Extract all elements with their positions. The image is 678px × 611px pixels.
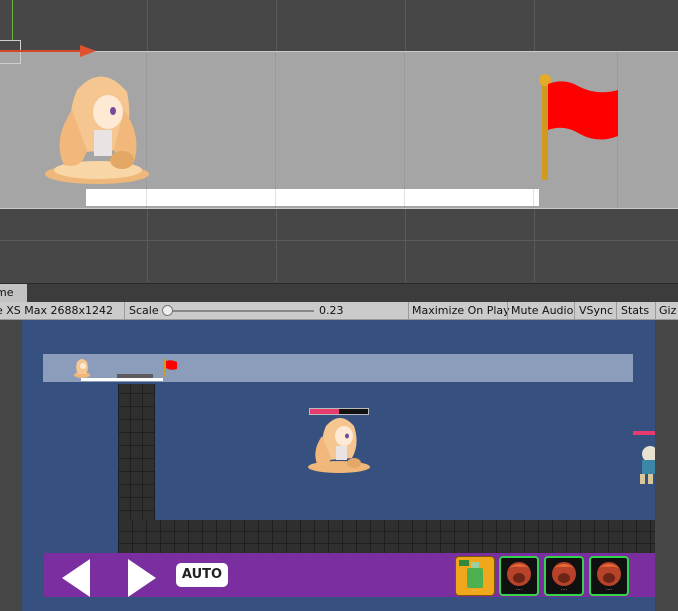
strip-grid	[404, 52, 405, 208]
platform[interactable]	[86, 189, 539, 206]
toolbar-separator	[507, 302, 508, 319]
card-caption: ····	[605, 587, 613, 593]
toolbar-separator	[616, 302, 617, 319]
card-caption: ····	[515, 587, 523, 593]
move-right-button[interactable]	[128, 559, 156, 597]
move-left-button[interactable]	[62, 559, 90, 597]
skill-card-1[interactable]: ····	[499, 556, 539, 596]
grid-line	[0, 240, 678, 241]
bar-seg	[533, 189, 534, 206]
minimap	[43, 354, 633, 382]
toolbar-separator	[655, 302, 656, 319]
stats-toggle[interactable]: Stats	[621, 302, 649, 319]
x-axis-arrow-icon[interactable]	[80, 45, 96, 57]
minimap-flag-icon	[164, 359, 177, 377]
y-axis-gizmo	[12, 0, 13, 40]
skill-card-3[interactable]: ····	[589, 556, 629, 596]
toolbar-separator	[124, 302, 125, 319]
control-panel: AUTO ···· ···· ···· ····	[44, 553, 655, 597]
game-toolbar: e XS Max 2688x1242 ↕ Scale 0.23 Maximize…	[0, 302, 678, 320]
brick-floor	[118, 520, 655, 556]
tab-game[interactable]: me	[0, 284, 27, 302]
maximize-on-play-toggle[interactable]: Maximize On Play	[412, 302, 510, 319]
resolution-dropdown[interactable]: e XS Max 2688x1242 ↕	[0, 302, 118, 319]
toolbar-separator	[574, 302, 575, 319]
camera-gizmo[interactable]	[0, 40, 21, 64]
vsync-toggle[interactable]: VSync	[579, 302, 613, 319]
skill-card-2[interactable]: ····	[544, 556, 584, 596]
bar-seg	[404, 189, 405, 206]
scene-view[interactable]	[0, 0, 678, 282]
scale-slider-thumb[interactable]	[162, 305, 173, 316]
scale-value: 0.23	[319, 304, 344, 317]
bar-seg	[146, 189, 147, 206]
minimap-player-icon	[74, 359, 90, 378]
enemy-character-sprite[interactable]	[636, 442, 655, 486]
minimap-progress-track	[81, 378, 163, 381]
bar-seg	[275, 189, 276, 206]
girl-character-sprite[interactable]	[42, 70, 152, 185]
strip-grid	[275, 52, 276, 208]
red-flag[interactable]	[536, 74, 622, 182]
scale-label: Scale	[129, 304, 159, 317]
enemy-hp-bar	[633, 431, 655, 435]
potion-card[interactable]: ····	[455, 556, 495, 596]
brick-tower	[118, 384, 155, 524]
game-canvas[interactable]: AUTO ···· ···· ···· ····	[22, 320, 655, 611]
scale-slider[interactable]	[166, 310, 314, 312]
mute-audio-toggle[interactable]: Mute Audio	[511, 302, 573, 319]
x-axis-gizmo[interactable]	[0, 50, 80, 52]
toolbar-separator	[408, 302, 409, 319]
card-caption: ····	[471, 588, 479, 594]
gizmos-dropdown[interactable]: Giz	[659, 302, 676, 319]
game-tab-bar: me	[0, 283, 678, 302]
auto-button[interactable]: AUTO	[176, 563, 228, 587]
card-caption: ····	[560, 587, 568, 593]
player-character-sprite[interactable]	[306, 414, 372, 474]
